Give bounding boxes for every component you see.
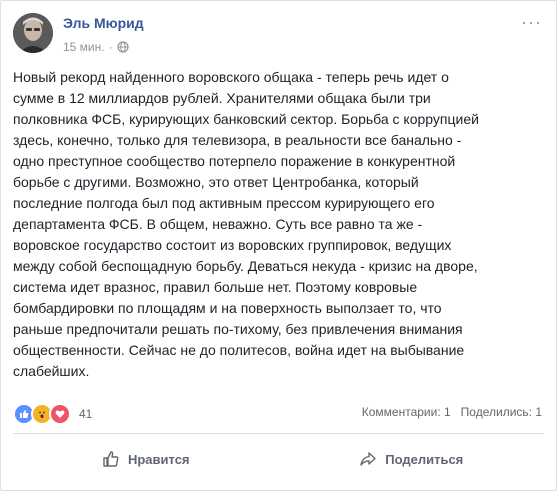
meta-separator: · (108, 40, 113, 54)
shares-count[interactable]: Поделились: 1 (461, 405, 542, 419)
post-meta: 15 мин. · (63, 40, 129, 54)
post-time[interactable]: 15 мин. (63, 40, 105, 54)
post-text: Новый рекорд найденного воровского общак… (13, 69, 479, 379)
share-button[interactable]: Поделиться (279, 439, 545, 479)
love-icon (49, 403, 71, 425)
avatar[interactable] (13, 13, 53, 53)
post-stats: Комментарии: 1 Поделились: 1 (362, 405, 542, 419)
like-label: Нравится (127, 451, 190, 467)
reactions-count[interactable]: 41 (79, 407, 92, 421)
reactions-summary[interactable]: 41 (13, 403, 92, 425)
thumbs-up-icon (103, 451, 119, 467)
more-options-icon[interactable]: ··· (521, 13, 542, 31)
post-card: Эль Мюрид 15 мин. · ··· Новый рекорд най… (0, 0, 557, 491)
comments-count[interactable]: Комментарии: 1 (362, 405, 451, 419)
share-arrow-icon (360, 452, 376, 466)
like-button[interactable]: Нравится (13, 439, 279, 479)
share-label: Поделиться (385, 451, 464, 467)
globe-icon[interactable] (117, 41, 129, 53)
avatar-image (13, 13, 53, 53)
author-name[interactable]: Эль Мюрид (63, 15, 144, 31)
divider (13, 433, 544, 434)
post-actions: Нравится Поделиться (13, 439, 544, 479)
